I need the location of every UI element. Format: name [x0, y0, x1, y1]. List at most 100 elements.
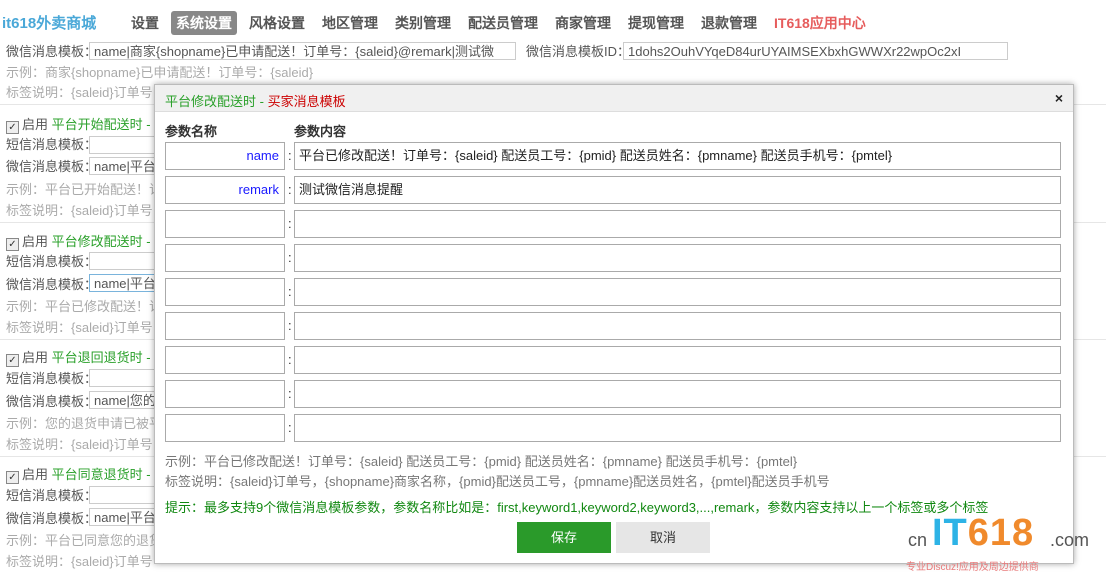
tags-text: 标签说明：{saleid}订单号 [6, 437, 153, 452]
example-text: 示例：您的退货申请已被平台 [6, 416, 176, 431]
wx-label: 微信消息模板： [6, 44, 98, 59]
param-value-input[interactable]: 平台已修改配送！订单号：{saleid} 配送员工号：{pmid} 配送员姓名：… [294, 142, 1061, 170]
sms-label: 短信消息模板： [6, 137, 98, 152]
sms-label: 短信消息模板： [6, 488, 98, 503]
wx-template-input[interactable]: name|商家{shopname}已申请配送！订单号：{saleid}@rema… [89, 42, 516, 60]
nav-item-courier[interactable]: 配送员管理 [463, 11, 543, 35]
param-value-input[interactable] [294, 312, 1061, 340]
param-row: : [165, 244, 1061, 272]
sms-label: 短信消息模板： [6, 371, 98, 386]
wx-id-input[interactable]: 1dohs2OuhVYqeD84urUYAIMSEXbxhGWWXr22wpOc… [623, 42, 1008, 60]
enable-checkbox[interactable]: ✓ [6, 121, 19, 134]
sms-input[interactable] [89, 486, 159, 504]
save-button[interactable]: 保存 [517, 522, 611, 553]
wx-template-input[interactable]: name|平台 [89, 274, 159, 292]
param-name-input[interactable] [165, 414, 285, 442]
param-row: remark : 测试微信消息提醒 [165, 176, 1061, 204]
wx-template-input[interactable]: name|您的 [89, 391, 159, 409]
template-dialog: 平台修改配送时 - 买家消息模板 × 参数名称 参数内容 name : 平台已修… [154, 84, 1074, 564]
colon-separator: : [288, 284, 292, 299]
colon-separator: : [288, 148, 292, 163]
colon-separator: : [288, 182, 292, 197]
top-nav: it618外卖商城 设置 系统设置 风格设置 地区管理 类别管理 配送员管理 商… [0, 0, 1106, 42]
param-row: : [165, 210, 1061, 238]
wx-template-input[interactable]: name|平台 [89, 157, 159, 175]
enable-row[interactable]: ✓ 启用 平台修改配送时 - 买 [6, 231, 167, 251]
enable-row[interactable]: ✓ 启用 平台同意退货时 - 买 [6, 464, 167, 484]
sms-input[interactable] [89, 136, 159, 154]
close-icon[interactable]: × [1055, 90, 1063, 106]
param-name-input[interactable] [165, 210, 285, 238]
param-name-input[interactable] [165, 312, 285, 340]
nav-item-settings[interactable]: 设置 [126, 11, 164, 35]
nav-item-refund[interactable]: 退款管理 [696, 11, 762, 35]
param-value-input[interactable] [294, 278, 1061, 306]
enable-checkbox[interactable]: ✓ [6, 471, 19, 484]
dialog-header: 平台修改配送时 - 买家消息模板 × [155, 85, 1073, 112]
param-value-input[interactable] [294, 346, 1061, 374]
section-title: 平台开始配送时 - 买 [51, 117, 168, 132]
param-row: : [165, 380, 1061, 408]
param-value-input[interactable] [294, 414, 1061, 442]
section-title: 平台同意退货时 - 买 [51, 467, 168, 482]
wx-template-input[interactable]: name|平台 [89, 508, 159, 526]
enable-row[interactable]: ✓ 启用 平台开始配送时 - 买 [6, 114, 167, 134]
example-text: 示例：平台已修改配送！订单号：{saleid} 配送员工号：{pmid} 配送员… [165, 454, 798, 469]
enable-row[interactable]: ✓ 启用 平台退回退货时 - 买 [6, 347, 167, 367]
colon-separator: : [288, 250, 292, 265]
enable-checkbox[interactable]: ✓ [6, 238, 19, 251]
section-title: 平台退回退货时 - 买 [51, 350, 168, 365]
param-row: : [165, 312, 1061, 340]
tags-text: 标签说明：{saleid}订单号 [6, 85, 153, 100]
example-text: 示例：平台已同意您的退货 [6, 533, 163, 548]
wx-label: 微信消息模板： [6, 511, 98, 526]
colon-separator: : [288, 386, 292, 401]
colon-separator: : [288, 216, 292, 231]
cancel-button[interactable]: 取消 [616, 522, 710, 553]
nav-menu: 设置 系统设置 风格设置 地区管理 类别管理 配送员管理 商家管理 提现管理 退… [126, 11, 878, 35]
sms-input[interactable] [89, 369, 159, 387]
param-name-input[interactable] [165, 244, 285, 272]
nav-item-merchant[interactable]: 商家管理 [550, 11, 616, 35]
tip-text: 提示：最多支持9个微信消息模板参数，参数名称比如是：first,keyword1… [165, 500, 989, 515]
tags-text: 标签说明：{saleid}订单号 [6, 554, 153, 569]
wx-id-label: 微信消息模板ID： [526, 44, 631, 59]
section-title: 平台修改配送时 - 买 [51, 234, 168, 249]
sms-label: 短信消息模板： [6, 254, 98, 269]
param-name-input[interactable] [165, 380, 285, 408]
param-row: name : 平台已修改配送！订单号：{saleid} 配送员工号：{pmid}… [165, 142, 1061, 170]
param-name-input[interactable]: remark [165, 176, 285, 204]
colon-separator: : [288, 352, 292, 367]
nav-item-withdraw[interactable]: 提现管理 [623, 11, 689, 35]
brand-title[interactable]: it618外卖商城 [2, 12, 96, 33]
sms-input[interactable] [89, 252, 159, 270]
wx-label: 微信消息模板： [6, 159, 98, 174]
param-row: : [165, 414, 1061, 442]
tags-text: 标签说明：{saleid}订单号 [6, 320, 153, 335]
nav-item-category[interactable]: 类别管理 [390, 11, 456, 35]
example-text: 示例：平台已修改配送！订单 [6, 299, 176, 314]
param-value-input[interactable] [294, 244, 1061, 272]
colon-separator: : [288, 420, 292, 435]
param-row: : [165, 346, 1061, 374]
wx-label: 微信消息模板： [6, 394, 98, 409]
column-header-content: 参数内容 [294, 124, 347, 139]
nav-item-region[interactable]: 地区管理 [317, 11, 383, 35]
param-value-input[interactable] [294, 380, 1061, 408]
param-row: : [165, 278, 1061, 306]
nav-item-app-center[interactable]: IT618应用中心 [769, 11, 871, 35]
watermark-logo: cn IT618 .com 专业Discuz!应用及周边提供商 [906, 512, 1090, 573]
param-name-input[interactable] [165, 346, 285, 374]
param-name-input[interactable]: name [165, 142, 285, 170]
nav-item-system-settings[interactable]: 系统设置 [171, 11, 237, 35]
param-value-input[interactable] [294, 210, 1061, 238]
example-text: 示例：商家{shopname}已申请配送！订单号：{saleid} [6, 65, 314, 80]
tags-text: 标签说明：{saleid}订单号，{shopname}商家名称，{pmid}配送… [165, 474, 830, 489]
enable-checkbox[interactable]: ✓ [6, 354, 19, 367]
dialog-title: 平台修改配送时 - 买家消息模板 [165, 94, 346, 109]
column-header-name: 参数名称 [165, 124, 218, 139]
wx-label: 微信消息模板： [6, 277, 98, 292]
param-value-input[interactable]: 测试微信消息提醒 [294, 176, 1061, 204]
nav-item-style-settings[interactable]: 风格设置 [244, 11, 310, 35]
param-name-input[interactable] [165, 278, 285, 306]
